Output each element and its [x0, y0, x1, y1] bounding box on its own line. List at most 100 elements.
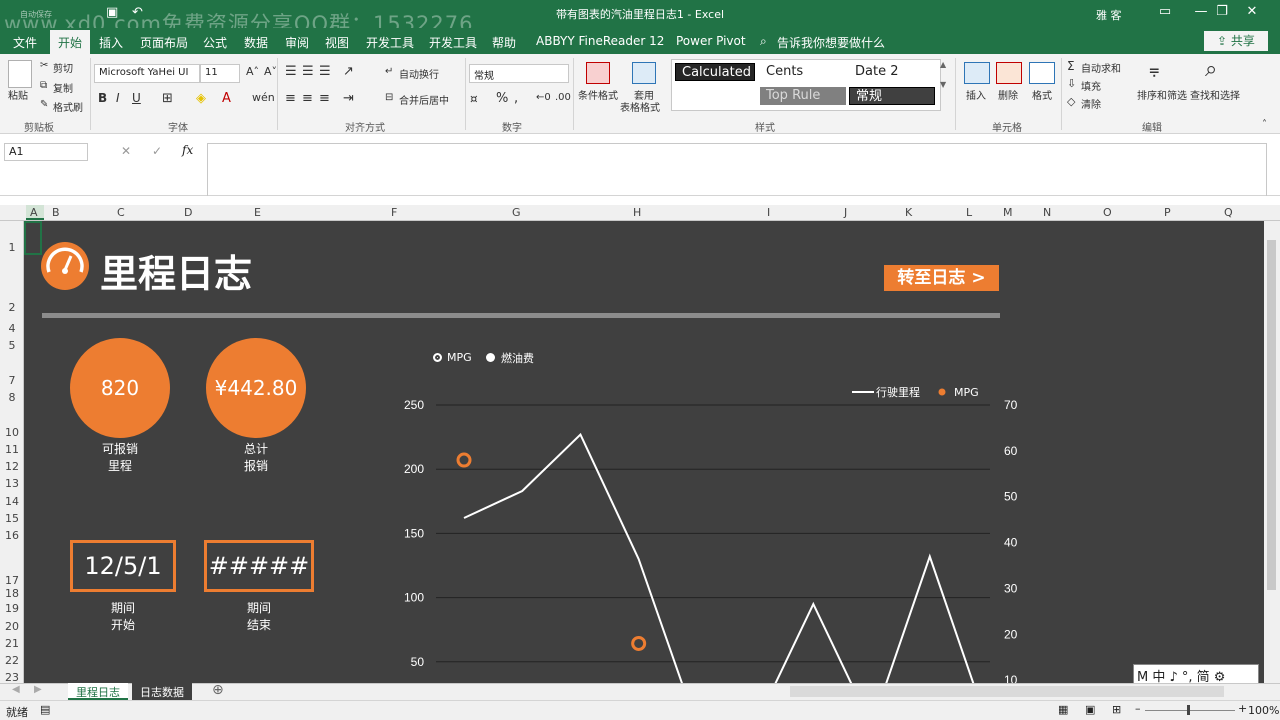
format-painter-icon[interactable]: ✎	[40, 99, 48, 110]
row-15[interactable]: 15	[0, 512, 24, 525]
row-11[interactable]: 11	[0, 443, 24, 456]
merge-icon[interactable]: ⊟	[385, 92, 393, 103]
zoom-out-icon[interactable]: –	[1135, 702, 1141, 715]
period-start-box[interactable]: 12/5/1	[70, 540, 176, 592]
align-top-icon[interactable]: ☰	[285, 64, 297, 79]
row-10[interactable]: 10	[0, 426, 24, 439]
tab-file[interactable]: 文件	[13, 34, 37, 51]
autosum-button[interactable]: 自动求和	[1081, 60, 1121, 75]
tab-page-layout[interactable]: 页面布局	[140, 34, 188, 51]
clear-icon[interactable]: ◇	[1067, 95, 1075, 108]
orientation-icon[interactable]: ↗	[343, 64, 354, 79]
row-7[interactable]: 7	[0, 374, 24, 387]
align-left-icon[interactable]: ≡	[285, 91, 296, 106]
share-button[interactable]: ⇪ 共享	[1204, 31, 1268, 51]
find-select-button[interactable]: 查找和选择	[1190, 87, 1240, 102]
enter-icon[interactable]: ✓	[152, 144, 162, 158]
add-sheet-icon[interactable]: ⊕	[212, 682, 224, 698]
close-icon[interactable]: ✕	[1232, 4, 1272, 19]
tab-home[interactable]: 开始	[50, 30, 91, 54]
col-j[interactable]: J	[844, 206, 847, 219]
table-format-label-2[interactable]: 表格格式	[620, 99, 660, 114]
tab-developer-1[interactable]: 开发工具	[366, 34, 414, 51]
mpg-radio[interactable]	[433, 353, 442, 362]
macro-record-icon[interactable]: ▤	[40, 703, 50, 716]
ime-toolbar[interactable]: M 中 ♪ °, 简 ⚙	[1133, 664, 1259, 685]
tab-data[interactable]: 数据	[244, 34, 268, 51]
normal-view-icon[interactable]: ▦	[1058, 703, 1068, 716]
col-p[interactable]: P	[1164, 206, 1171, 219]
align-middle-icon[interactable]: ☰	[302, 64, 314, 79]
conditional-format-button[interactable]: 条件格式	[578, 87, 618, 102]
col-l[interactable]: L	[966, 206, 972, 219]
zoom-level[interactable]: 100%	[1248, 704, 1279, 717]
conditional-format-icon[interactable]	[586, 62, 610, 84]
row-4[interactable]: 4	[0, 322, 24, 335]
style-cents[interactable]: Cents	[760, 63, 844, 81]
row-5[interactable]: 5	[0, 339, 24, 352]
col-a[interactable]: A	[30, 206, 38, 219]
font-size-select[interactable]: 11	[200, 64, 240, 83]
vertical-scroll-thumb[interactable]	[1267, 240, 1276, 590]
border-icon[interactable]: ⊞	[162, 91, 173, 106]
align-bottom-icon[interactable]: ☰	[319, 64, 331, 79]
decrease-decimal-icon[interactable]: .00	[555, 92, 571, 103]
phonetic-icon[interactable]: wén	[252, 91, 275, 104]
delete-cells-button[interactable]: 删除	[998, 87, 1018, 102]
col-q[interactable]: Q	[1224, 206, 1233, 219]
row-19[interactable]: 19	[0, 602, 24, 615]
style-normal[interactable]: 常规	[849, 87, 935, 105]
row-1[interactable]: 1	[0, 241, 24, 254]
col-n[interactable]: N	[1043, 206, 1051, 219]
gallery-scroll-up-icon[interactable]: ▲	[940, 60, 946, 69]
formula-input[interactable]	[207, 143, 1267, 196]
name-box[interactable]: A1	[4, 143, 88, 161]
zoom-in-icon[interactable]: +	[1238, 702, 1247, 715]
cancel-icon[interactable]: ✕	[121, 144, 131, 158]
currency-icon[interactable]: ¤	[470, 92, 478, 106]
period-end-box[interactable]: #####	[204, 540, 314, 592]
collapse-ribbon-icon[interactable]: ˄	[1262, 119, 1267, 130]
prev-sheet-icon[interactable]: ◀	[12, 684, 20, 695]
col-m[interactable]: M	[1003, 206, 1013, 219]
zoom-slider[interactable]	[1145, 710, 1235, 711]
insert-function-icon[interactable]: fx	[182, 143, 193, 157]
col-f[interactable]: F	[391, 206, 397, 219]
zoom-slider-thumb[interactable]	[1187, 705, 1190, 715]
font-color-icon[interactable]: A	[222, 91, 231, 106]
paste-icon[interactable]	[8, 60, 32, 88]
sheet-tab-mileage-log[interactable]: 里程日志	[68, 683, 128, 700]
paste-button[interactable]: 粘贴	[8, 87, 28, 102]
col-i[interactable]: I	[767, 206, 770, 219]
table-format-icon[interactable]	[632, 62, 656, 84]
merge-center-button[interactable]: 合并后居中	[399, 92, 449, 107]
tab-developer-2[interactable]: 开发工具	[429, 34, 477, 51]
style-date-2[interactable]: Date 2	[849, 63, 933, 81]
tab-power-pivot[interactable]: Power Pivot	[676, 34, 746, 48]
page-break-icon[interactable]: ⊞	[1112, 703, 1121, 716]
percent-icon[interactable]: %	[496, 91, 508, 106]
underline-icon[interactable]: U	[132, 91, 141, 105]
row-20[interactable]: 20	[0, 620, 24, 633]
insert-cells-button[interactable]: 插入	[966, 87, 986, 102]
row-14[interactable]: 14	[0, 495, 24, 508]
clear-button[interactable]: 清除	[1081, 96, 1101, 111]
delete-cells-icon[interactable]	[996, 62, 1022, 84]
tab-insert[interactable]: 插入	[99, 34, 123, 51]
format-cells-icon[interactable]	[1029, 62, 1055, 84]
sheet-tab-log-data[interactable]: 日志数据	[132, 683, 192, 700]
search-icon[interactable]: ⌕	[760, 34, 767, 49]
font-grow-icon[interactable]: A˄	[246, 65, 259, 78]
find-select-icon[interactable]: ⌕	[1205, 57, 1217, 82]
tell-me-input[interactable]: 告诉我你想要做什么	[777, 34, 885, 51]
col-e[interactable]: E	[254, 206, 261, 219]
insert-cells-icon[interactable]	[964, 62, 990, 84]
copy-icon[interactable]: ⧉	[40, 80, 47, 91]
bold-icon[interactable]: B	[98, 91, 107, 105]
font-name-select[interactable]: Microsoft YaHei UI	[94, 64, 200, 83]
row-13[interactable]: 13	[0, 477, 24, 490]
next-sheet-icon[interactable]: ▶	[34, 684, 42, 695]
copy-button[interactable]: 复制	[53, 80, 73, 95]
italic-icon[interactable]: I	[116, 91, 120, 105]
wrap-text-icon[interactable]: ↵	[385, 66, 393, 77]
